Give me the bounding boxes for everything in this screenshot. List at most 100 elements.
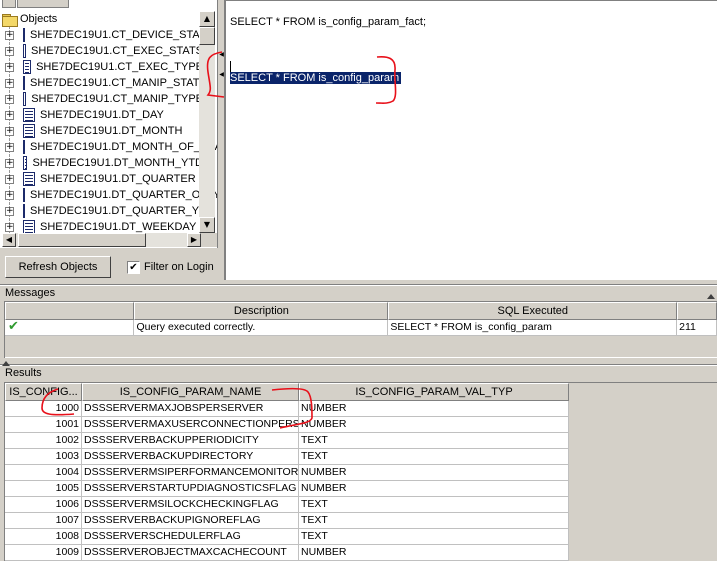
results-title: Results: [5, 367, 42, 379]
cell-config-id: 1003: [5, 449, 82, 465]
expand-icon[interactable]: +: [5, 110, 14, 120]
scroll-thumb[interactable]: [18, 233, 146, 247]
table-row[interactable]: 1003 DSSSERVERBACKUPDIRECTORY TEXT: [5, 449, 717, 465]
cell-config-param-name: DSSSERVERBACKUPIGNOREFLAG: [82, 513, 299, 529]
column-header-config-param-val-typ[interactable]: IS_CONFIG_PARAM_VAL_TYP: [299, 383, 569, 401]
column-header-description[interactable]: Description: [134, 302, 389, 320]
column-header-config-param-name[interactable]: IS_CONFIG_PARAM_NAME: [82, 383, 299, 401]
cell-config-id: 1004: [5, 465, 82, 481]
cell-config-param-val-typ: NUMBER: [299, 481, 569, 497]
expand-icon[interactable]: +: [5, 158, 14, 168]
messages-header-row: Description SQL Executed: [5, 302, 717, 320]
expand-icon[interactable]: +: [5, 78, 14, 88]
tree-item-label: SHE7DEC19U1.DT_MONTH_OF_YEAR: [30, 141, 218, 153]
cell-config-param-name: DSSSERVERMAXJOBSPERSERVER: [82, 401, 299, 417]
expand-icon[interactable]: +: [5, 174, 14, 184]
scroll-up-icon[interactable]: ▲: [199, 11, 215, 27]
scroll-right-icon[interactable]: ▶: [187, 233, 201, 247]
filter-on-login-label: Filter on Login: [144, 261, 214, 273]
panel-divider[interactable]: [0, 284, 717, 286]
tree-item[interactable]: + SHE7DEC19U1.DT_MONTH_YTD: [0, 155, 203, 171]
expand-icon[interactable]: +: [5, 206, 14, 216]
refresh-objects-button[interactable]: Refresh Objects: [5, 256, 111, 278]
cell-config-param-val-typ: TEXT: [299, 449, 569, 465]
tree-item[interactable]: + SHE7DEC19U1.DT_QUARTER_YTD: [0, 203, 214, 219]
tree-vertical-scrollbar[interactable]: ▲ ▼: [199, 11, 215, 233]
sql-line-selected[interactable]: SELECT * FROM is_config_param: [230, 71, 402, 85]
cell-config-param-val-typ: TEXT: [299, 433, 569, 449]
tree-root[interactable]: Objects: [2, 11, 57, 27]
tab-stub[interactable]: [17, 0, 69, 8]
message-row[interactable]: ✔ Query executed correctly. SELECT * FRO…: [5, 320, 717, 336]
tree-list: + SHE7DEC19U1.CT_DEVICE_STATS + SHE7DEC19U…: [0, 27, 217, 235]
scroll-thumb[interactable]: [199, 27, 215, 45]
column-header-sql-executed[interactable]: SQL Executed: [388, 302, 678, 320]
sql-editor[interactable]: SELECT * FROM is_config_param_fact; SELE…: [224, 0, 717, 280]
cell-config-id: 1009: [5, 545, 82, 561]
tree-item-label: SHE7DEC19U1.DT_MONTH: [40, 125, 183, 137]
cell-config-param-val-typ: TEXT: [299, 497, 569, 513]
cell-config-id: 1002: [5, 433, 82, 449]
expand-icon[interactable]: +: [5, 94, 14, 104]
tree-item[interactable]: + SHE7DEC19U1.CT_MANIP_TYPE: [0, 91, 203, 107]
cell-config-param-val-typ: NUMBER: [299, 417, 569, 433]
expand-icon[interactable]: +: [5, 46, 14, 56]
collapse-icon[interactable]: [2, 361, 10, 366]
table-row[interactable]: 1008 DSSSERVERSCHEDULERFLAG TEXT: [5, 529, 717, 545]
table-row[interactable]: 1000 DSSSERVERMAXJOBSPERSERVER NUMBER: [5, 401, 717, 417]
cell-config-param-name: DSSSERVERBACKUPPERIODICITY: [82, 433, 299, 449]
cell-config-id: 1005: [5, 481, 82, 497]
cell-config-id: 1007: [5, 513, 82, 529]
column-header-extra[interactable]: [677, 302, 717, 320]
tree-item-label: SHE7DEC19U1.DT_QUARTER: [40, 173, 196, 185]
tree-item[interactable]: + SHE7DEC19U1.CT_MANIP_STATS: [0, 75, 207, 91]
sql-line[interactable]: SELECT * FROM is_config_param_fact;: [230, 15, 426, 29]
scroll-left-icon[interactable]: ◀: [2, 233, 16, 247]
panel-divider[interactable]: [0, 364, 717, 366]
tree-item[interactable]: + SHE7DEC19U1.DT_QUARTER_OF_YEAR: [0, 187, 217, 203]
cell-config-param-val-typ: NUMBER: [299, 545, 569, 561]
tree-item-label: SHE7DEC19U1.DT_MONTH_YTD: [32, 157, 203, 169]
cell-config-param-val-typ: NUMBER: [299, 465, 569, 481]
table-row[interactable]: 1007 DSSSERVERBACKUPIGNOREFLAG TEXT: [5, 513, 717, 529]
cell-config-param-val-typ: NUMBER: [299, 401, 569, 417]
table-icon: [23, 76, 25, 90]
table-row[interactable]: 1005 DSSSERVERSTARTUPDIAGNOSTICSFLAG NUMBE…: [5, 481, 717, 497]
tree-horizontal-scrollbar[interactable]: ◀ ▶: [2, 233, 201, 247]
table-row[interactable]: 1001 DSSSERVERMAXUSERCONNECTIONPERSE... NU…: [5, 417, 717, 433]
expand-icon[interactable]: +: [5, 126, 14, 136]
selected-sql-text[interactable]: SELECT * FROM is_config_param: [230, 72, 402, 84]
tree-item-label: SHE7DEC19U1.CT_MANIP_TYPE: [31, 93, 203, 105]
tree-item[interactable]: + SHE7DEC19U1.DT_MONTH_OF_YEAR: [0, 139, 217, 155]
table-row[interactable]: 1009 DSSSERVEROBJECTMAXCACHECOUNT NUMBER: [5, 545, 717, 561]
tree-item-label: SHE7DEC19U1.DT_QUARTER_OF_YEAR: [30, 189, 217, 201]
tree-item[interactable]: + SHE7DEC19U1.CT_DEVICE_STATS: [0, 27, 213, 43]
table-icon: [23, 188, 25, 202]
table-icon: [23, 156, 28, 170]
filter-on-login-toggle[interactable]: ✔ Filter on Login: [127, 259, 214, 275]
scroll-down-icon[interactable]: ▼: [199, 217, 215, 233]
table-row[interactable]: 1006 DSSSERVERMSILOCKCHECKINGFLAG TEXT: [5, 497, 717, 513]
tree-item[interactable]: + SHE7DEC19U1.CT_EXEC_STATS: [0, 43, 203, 59]
expand-icon[interactable]: +: [5, 142, 14, 152]
tree-item[interactable]: + SHE7DEC19U1.CT_EXEC_TYPE: [0, 59, 203, 75]
cell-config-id: 1006: [5, 497, 82, 513]
tree-item[interactable]: + SHE7DEC19U1.DT_MONTH: [0, 123, 203, 139]
expand-icon[interactable]: +: [5, 222, 14, 232]
expand-icon[interactable]: +: [5, 30, 14, 40]
filter-on-login-checkbox[interactable]: ✔: [127, 260, 140, 274]
cell-config-param-val-typ: TEXT: [299, 513, 569, 529]
tree-item-label: SHE7DEC19U1.CT_EXEC_TYPE: [36, 61, 203, 73]
tree-item-label: SHE7DEC19U1.CT_EXEC_STATS: [31, 45, 203, 57]
cell-config-param-name: DSSSERVERSTARTUPDIAGNOSTICSFLAG: [82, 481, 299, 497]
collapse-icon[interactable]: [707, 294, 715, 299]
messages-empty-area: [5, 336, 717, 357]
table-row[interactable]: 1004 DSSSERVERMSIPERFORMANCEMONITORI... NU…: [5, 465, 717, 481]
table-row[interactable]: 1002 DSSSERVERBACKUPPERIODICITY TEXT: [5, 433, 717, 449]
tree-item[interactable]: + SHE7DEC19U1.DT_QUARTER: [0, 171, 203, 187]
tab-stub[interactable]: [2, 0, 16, 8]
tree-item[interactable]: + SHE7DEC19U1.DT_DAY: [0, 107, 203, 123]
column-header-config-id[interactable]: IS_CONFIG...: [5, 383, 82, 401]
expand-icon[interactable]: +: [5, 62, 14, 72]
expand-icon[interactable]: +: [5, 190, 14, 200]
